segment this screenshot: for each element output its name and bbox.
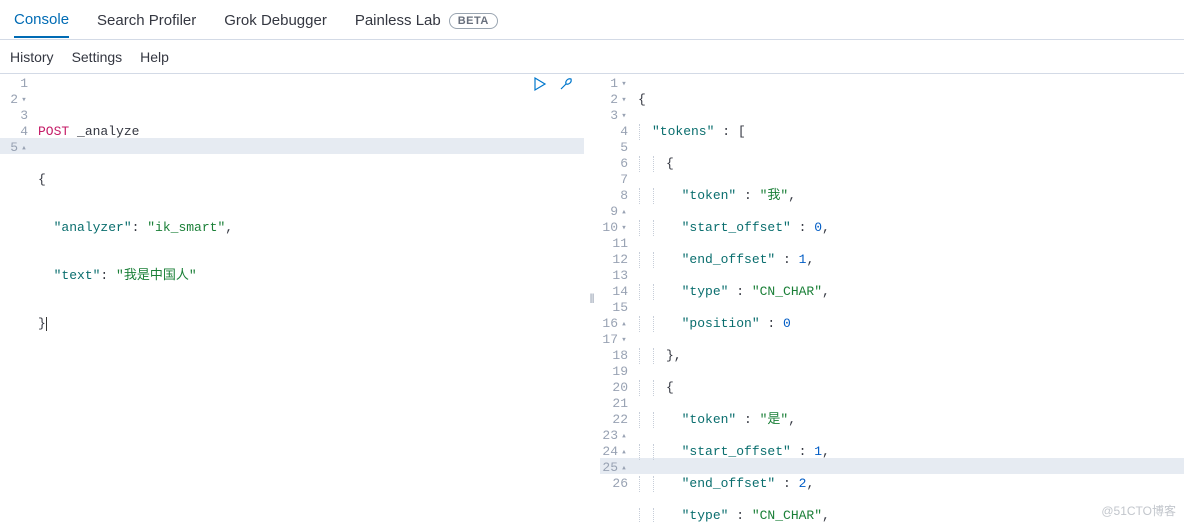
pane-splitter[interactable]: ‖ xyxy=(584,74,600,523)
console-panes: 1 2▾ 3 4 5▴ POST _analyze { "analyzer": … xyxy=(0,74,1184,523)
play-icon[interactable] xyxy=(532,76,548,92)
main-tabs: Console Search Profiler Grok Debugger Pa… xyxy=(0,0,1184,40)
request-editor[interactable]: POST _analyze { "analyzer": "ik_smart", … xyxy=(34,74,584,523)
wrench-icon[interactable] xyxy=(558,76,574,92)
subbar-help[interactable]: Help xyxy=(140,49,169,65)
tab-painless-lab[interactable]: Painless Lab BETA xyxy=(355,12,498,37)
text-cursor xyxy=(46,317,47,331)
console-subbar: History Settings Help xyxy=(0,40,1184,74)
beta-badge: BETA xyxy=(449,13,498,29)
response-pane[interactable]: 1▾ 2▾ 3▾ 4 5 6 7 8 9▴ 10▾ 11 12 13 14 15… xyxy=(600,74,1184,523)
tab-console[interactable]: Console xyxy=(14,11,69,38)
response-viewer[interactable]: { "tokens" : [ { "token" : "我", "start_o… xyxy=(634,74,1184,523)
subbar-settings[interactable]: Settings xyxy=(72,49,123,65)
tab-search-profiler[interactable]: Search Profiler xyxy=(97,12,196,37)
subbar-history[interactable]: History xyxy=(10,49,54,65)
request-actions xyxy=(532,76,574,92)
request-pane[interactable]: 1 2▾ 3 4 5▴ POST _analyze { "analyzer": … xyxy=(0,74,584,523)
tab-grok-debugger[interactable]: Grok Debugger xyxy=(224,12,327,37)
response-gutter: 1▾ 2▾ 3▾ 4 5 6 7 8 9▴ 10▾ 11 12 13 14 15… xyxy=(600,74,634,523)
tab-painless-lab-label: Painless Lab xyxy=(355,12,441,29)
